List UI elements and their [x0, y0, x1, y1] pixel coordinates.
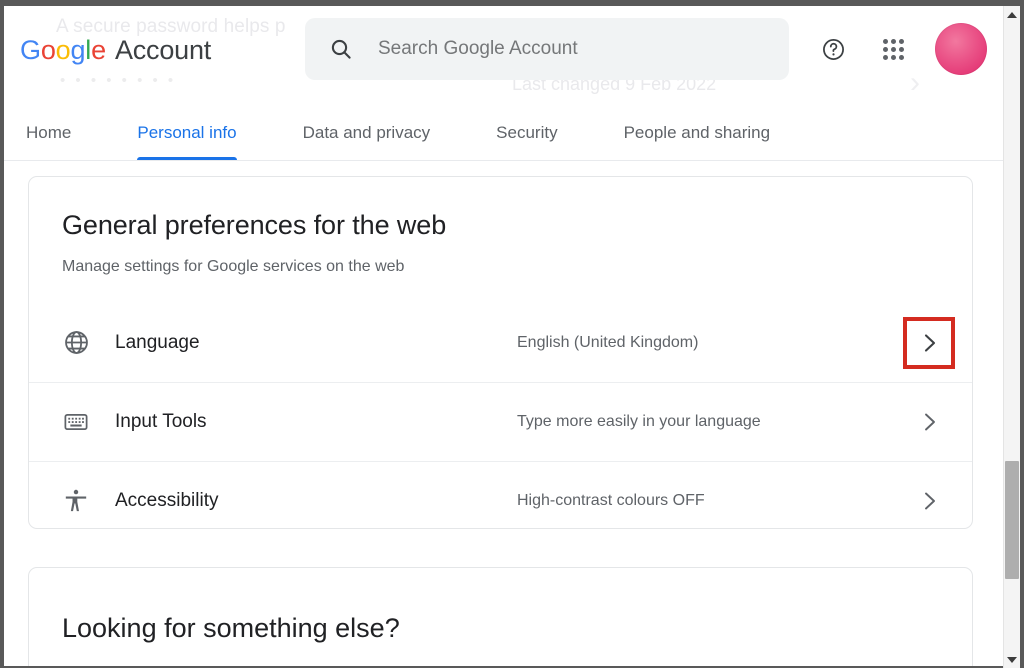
main-navigation-tabs: Home Personal info Data and privacy Secu… — [4, 106, 1005, 161]
google-apps-button[interactable] — [870, 26, 916, 72]
vertical-scrollbar[interactable] — [1003, 6, 1020, 668]
general-preferences-card: General preferences for the web Manage s… — [28, 176, 973, 529]
row-accessibility[interactable]: Accessibility High-contrast colours OFF — [29, 461, 972, 540]
brand-suffix-label: Account — [114, 34, 212, 65]
section-heading: Looking for something else? — [62, 613, 400, 643]
scroll-down-arrow-icon[interactable] — [1004, 651, 1020, 668]
tab-home[interactable]: Home — [26, 106, 71, 160]
tab-data-and-privacy[interactable]: Data and privacy — [303, 106, 431, 160]
ghost-chevron-right-icon: › — [910, 66, 920, 99]
globe-icon — [62, 329, 90, 357]
chevron-right-icon[interactable] — [916, 409, 942, 435]
row-language[interactable]: Language English (United Kingdom) — [29, 303, 972, 382]
accessibility-icon — [62, 487, 90, 515]
google-account-page: A secure password helps p • • • • • • • … — [4, 6, 1005, 666]
scroll-up-arrow-icon[interactable] — [1004, 6, 1020, 23]
preferences-row-list: Language English (United Kingdom) Input … — [29, 303, 972, 540]
card-subtitle: Manage settings for Google services on t… — [62, 258, 405, 275]
help-circle-icon — [822, 38, 844, 60]
page-title: General preferences for the web — [62, 210, 447, 240]
google-account-logo[interactable]: Google Account — [20, 32, 211, 68]
row-label: Language — [115, 331, 200, 353]
row-value: High-contrast colours OFF — [517, 492, 705, 509]
search-icon — [331, 39, 351, 59]
page-content: General preferences for the web Manage s… — [4, 161, 1005, 666]
chevron-right-icon[interactable] — [916, 488, 942, 514]
apps-grid-icon — [882, 38, 904, 60]
looking-for-something-else-card: Looking for something else? — [28, 567, 973, 666]
tab-people-and-sharing[interactable]: People and sharing — [624, 106, 771, 160]
row-label: Accessibility — [115, 490, 219, 511]
chevron-right-icon[interactable] — [903, 316, 955, 369]
ghost-password-dots: • • • • • • • • — [60, 72, 177, 89]
help-button[interactable] — [810, 26, 856, 72]
keyboard-icon — [62, 408, 90, 436]
browser-viewport: A secure password helps p • • • • • • • … — [0, 0, 1024, 668]
row-value: Type more easily in your language — [517, 413, 761, 430]
search-bar[interactable] — [305, 18, 789, 80]
page-header: Google Account Search Google Account Hom… — [4, 6, 1005, 161]
row-input-tools[interactable]: Input Tools Type more easily in your lan… — [29, 382, 972, 461]
tab-security[interactable]: Security — [496, 106, 557, 160]
row-value: English (United Kingdom) — [517, 333, 699, 351]
scrollbar-thumb[interactable] — [1005, 461, 1019, 579]
tab-personal-info[interactable]: Personal info — [137, 106, 237, 160]
search-input[interactable] — [378, 38, 758, 60]
google-wordmark: Google — [20, 34, 106, 65]
avatar[interactable] — [935, 23, 987, 75]
row-label: Input Tools — [115, 411, 207, 432]
